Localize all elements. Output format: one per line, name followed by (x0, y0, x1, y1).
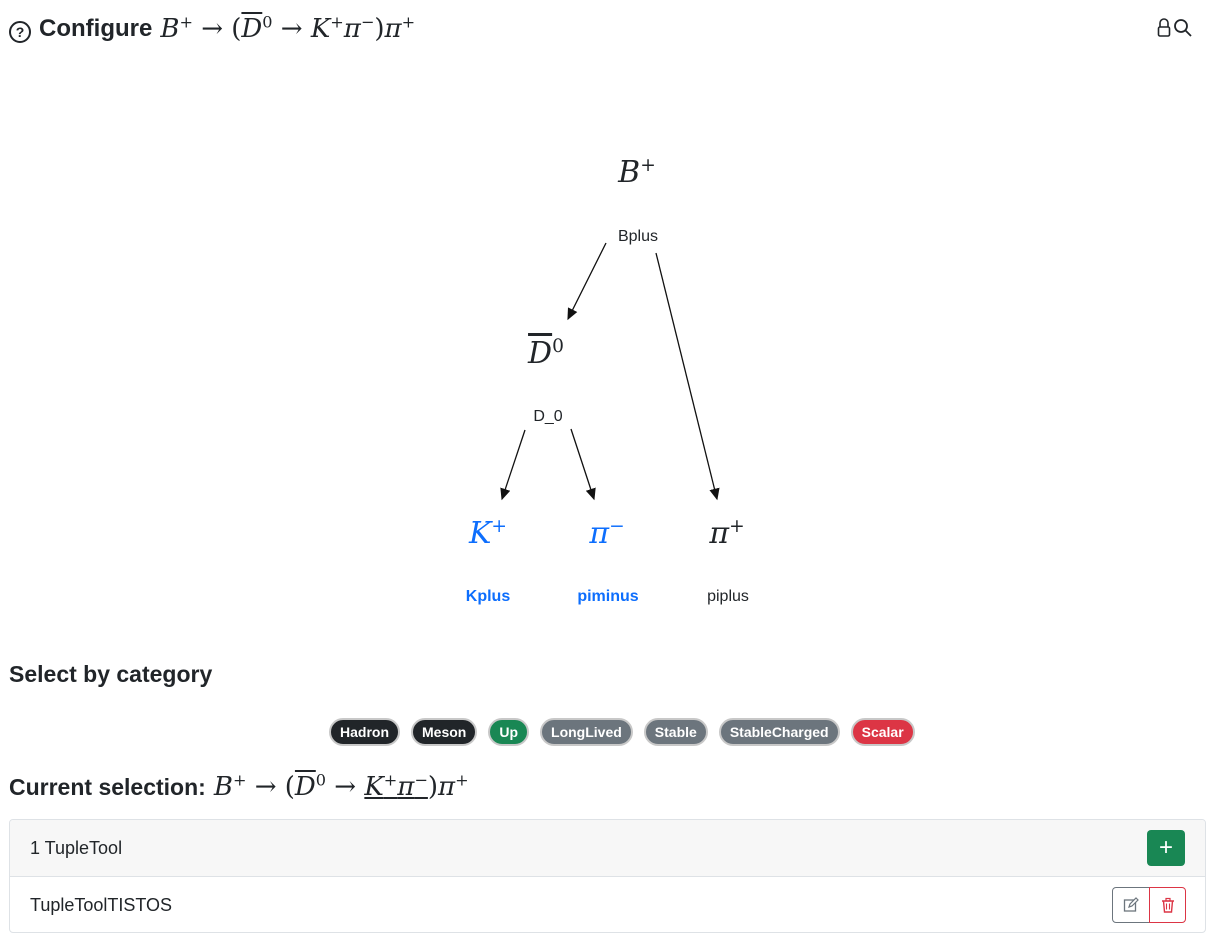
selection-decay: B+ → (D0 → K+π−)π+ (213, 770, 469, 802)
tupletool-count: 1 TupleTool (30, 837, 123, 858)
node-piminus-symbol[interactable]: π− (589, 516, 624, 551)
tupletool-actions (1112, 887, 1186, 923)
selection-heading: Current selection: B+ → (D0 → K+π−)π+ (9, 772, 469, 802)
node-bplus-label[interactable]: Bplus (618, 228, 658, 246)
badge-hadron[interactable]: Hadron (329, 718, 400, 746)
category-heading: Select by category (9, 661, 213, 687)
trash-icon (1161, 897, 1174, 913)
node-piplus-symbol[interactable]: π+ (709, 516, 744, 551)
node-kplus-label[interactable]: Kplus (466, 588, 510, 606)
badge-stable[interactable]: Stable (643, 718, 708, 746)
badge-meson[interactable]: Meson (411, 718, 478, 746)
badge-up[interactable]: Up (488, 718, 530, 746)
badge-longlived[interactable]: LongLived (540, 718, 633, 746)
node-piminus-label[interactable]: piminus (577, 588, 638, 606)
tupletool-name: TupleToolTISTOS (30, 894, 173, 915)
node-kplus-symbol[interactable]: K+ (469, 516, 507, 551)
plus-icon: + (1158, 834, 1173, 861)
tupletool-card-header: 1 TupleTool + (10, 820, 1205, 877)
badge-stablecharged[interactable]: StableCharged (718, 718, 840, 746)
badge-scalar[interactable]: Scalar (850, 718, 915, 746)
node-d0-symbol[interactable]: D0 (528, 336, 564, 371)
delete-button[interactable] (1149, 887, 1186, 923)
node-bplus-symbol[interactable]: B+ (618, 155, 656, 190)
edge-bplus-d0 (567, 242, 607, 321)
edge-bplus-piplus (655, 252, 720, 501)
edit-icon (1123, 897, 1139, 912)
edit-button[interactable] (1112, 887, 1150, 923)
edge-d0-kplus (500, 429, 526, 501)
tupletool-row: TupleToolTISTOS (10, 877, 1205, 932)
edge-d0-piminus (570, 428, 596, 501)
node-piplus-label[interactable]: piplus (707, 588, 749, 606)
tupletool-card: 1 TupleTool + TupleToolTISTOS (9, 819, 1206, 933)
node-d0-label[interactable]: D_0 (533, 408, 562, 426)
add-tupletool-button[interactable]: + (1147, 830, 1185, 866)
selection-label: Current selection: (9, 774, 206, 800)
category-badges: Hadron Meson Up LongLived Stable StableC… (329, 718, 915, 746)
